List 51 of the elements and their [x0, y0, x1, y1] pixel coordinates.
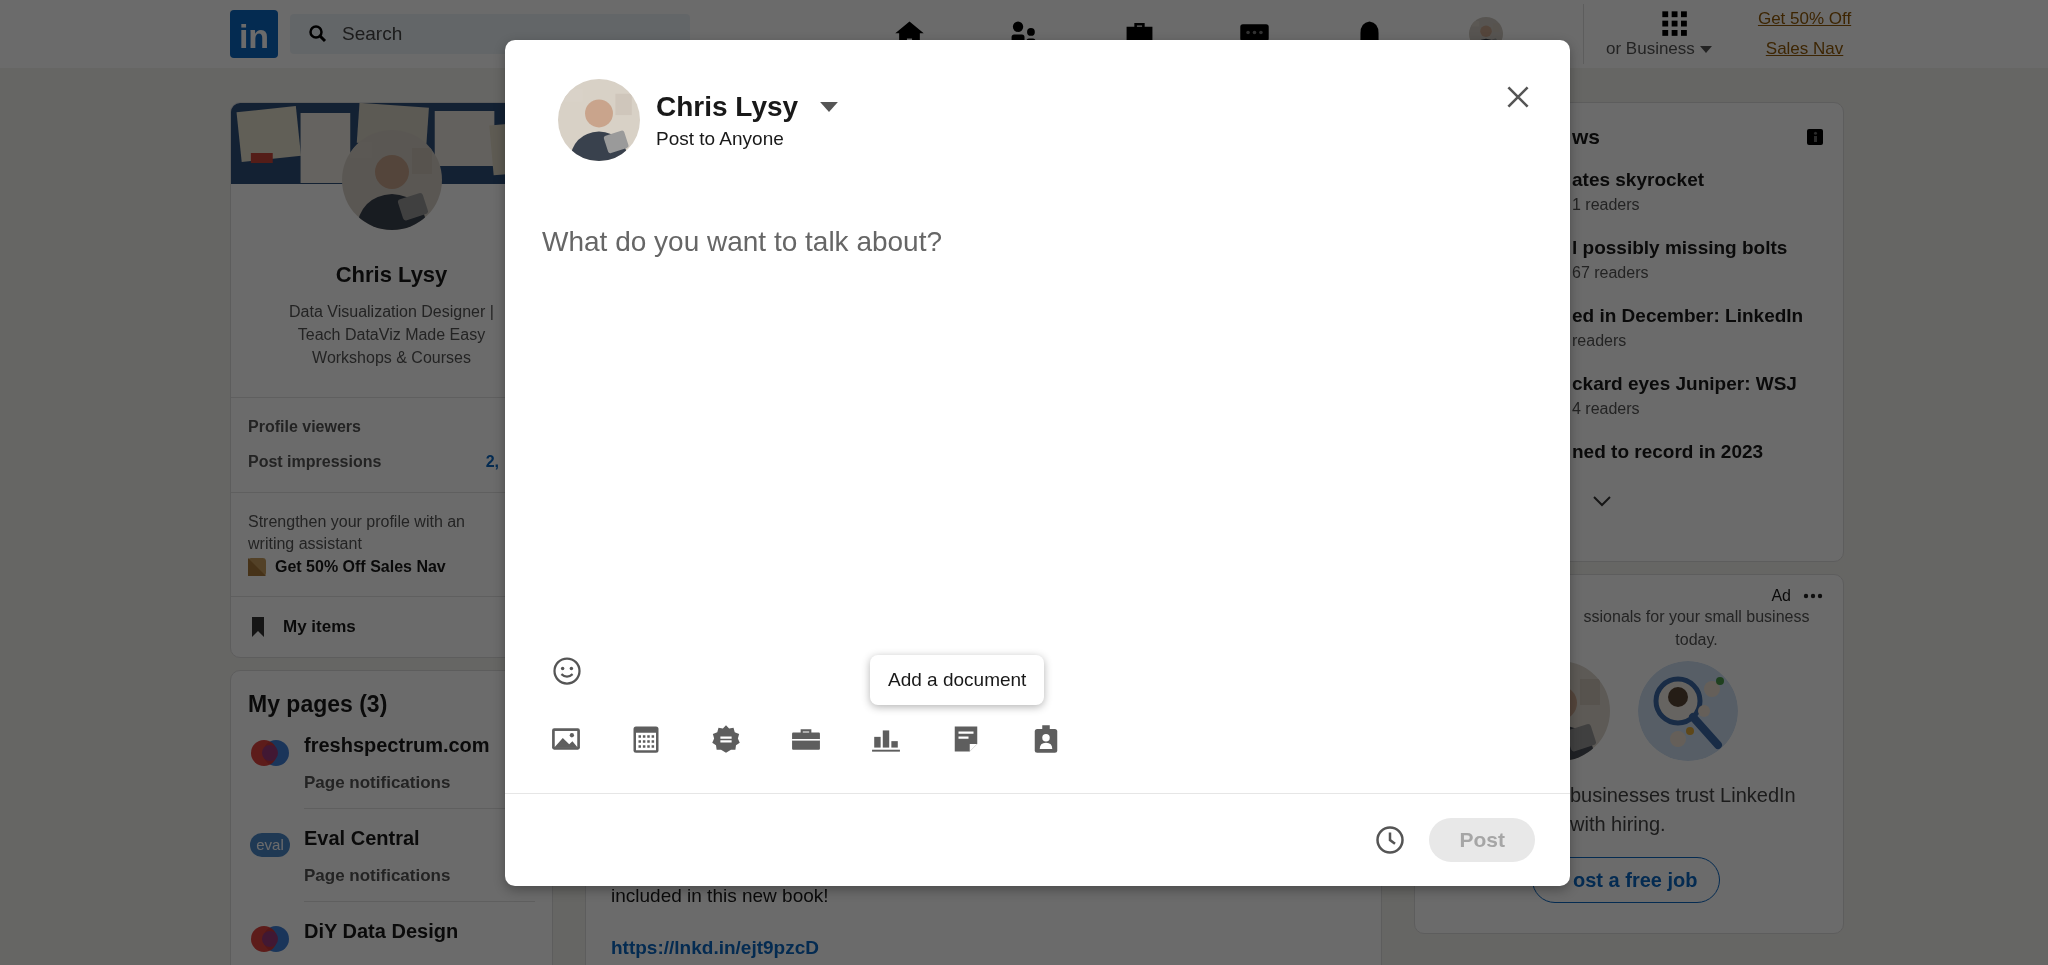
premium-link[interactable]: Get 50% Off Sales Nav	[1749, 4, 1860, 64]
tooltip: Add a document	[870, 655, 1045, 705]
news-readers: 4 readers	[1572, 399, 1641, 419]
clock-icon[interactable]	[1375, 825, 1406, 855]
search-input[interactable]: Search	[340, 22, 644, 46]
stat-label[interactable]: Profile viewers	[248, 418, 361, 436]
chevron-down-icon[interactable]	[1592, 495, 1612, 507]
emoji-icon[interactable]	[552, 656, 582, 686]
news-readers: 1 readers	[1572, 195, 1641, 215]
ad-label: Ad	[1771, 587, 1791, 605]
news-headline[interactable]: ckard eyes Juniper: WSJ	[1572, 371, 1823, 397]
page-name[interactable]: freshspectrum.com	[304, 734, 490, 757]
page-notifications-link[interactable]: Page notifications	[304, 773, 490, 793]
news-headline[interactable]: ed in December: LinkedIn	[1572, 303, 1823, 329]
page-name[interactable]: DiY Data Design	[304, 920, 459, 943]
premium-icon	[248, 558, 266, 576]
news-readers: readers	[1572, 331, 1628, 351]
page-name[interactable]: Eval Central	[304, 827, 451, 850]
profile-headline: Data Visualization Designer | Teach DataViz Made Easy Workshops & Courses	[288, 302, 495, 368]
more-icon[interactable]	[1803, 593, 1823, 599]
business-menu[interactable]: or Business	[1606, 39, 1712, 59]
circles-logo	[248, 739, 292, 767]
news-headline[interactable]: ates skyrocket	[1572, 167, 1823, 193]
logo[interactable]: in	[230, 10, 278, 58]
stat-label[interactable]: Post impressions	[248, 453, 382, 471]
bookmark-icon	[251, 617, 265, 637]
caret-icon[interactable]	[820, 101, 839, 112]
caret-icon[interactable]	[1699, 46, 1712, 53]
news-headline[interactable]: l possibly missing bolts	[1572, 235, 1823, 261]
profile-name[interactable]: Chris Lysy	[335, 262, 448, 288]
post-link[interactable]: https://lnkd.in/ejt9pzcD	[611, 937, 1356, 959]
ad-pitch: businesses trust LinkedIn with hiring.	[1570, 783, 1797, 837]
post-text: included in this new book!	[611, 885, 830, 907]
promo-text: Strengthen your profile with an writing assistant	[248, 512, 466, 554]
circles-logo	[248, 925, 292, 953]
news-headline[interactable]: ned to record in 2023	[1572, 439, 1823, 465]
ad-text: ssionals for your small business today.	[1582, 607, 1811, 650]
audience-label[interactable]: Post to Anyone	[656, 127, 839, 150]
badge-icon[interactable]	[711, 724, 741, 754]
stat-value: 2,	[485, 453, 499, 471]
pages-title: My pages (3)	[248, 691, 389, 718]
saved-items-link[interactable]: My items	[283, 617, 356, 637]
bubble-logo: eval	[250, 833, 290, 857]
grid-icon[interactable]	[1659, 9, 1688, 37]
promo-link[interactable]: Get 50% Off Sales Nav	[275, 558, 446, 576]
news-readers: 67 readers	[1572, 263, 1650, 283]
close-icon[interactable]	[1506, 85, 1530, 109]
author-name[interactable]: Chris Lysy	[656, 90, 799, 123]
search-icon	[308, 24, 328, 44]
page-notifications-link[interactable]: Page notifications	[304, 866, 451, 886]
news-title: ws	[1572, 125, 1600, 149]
